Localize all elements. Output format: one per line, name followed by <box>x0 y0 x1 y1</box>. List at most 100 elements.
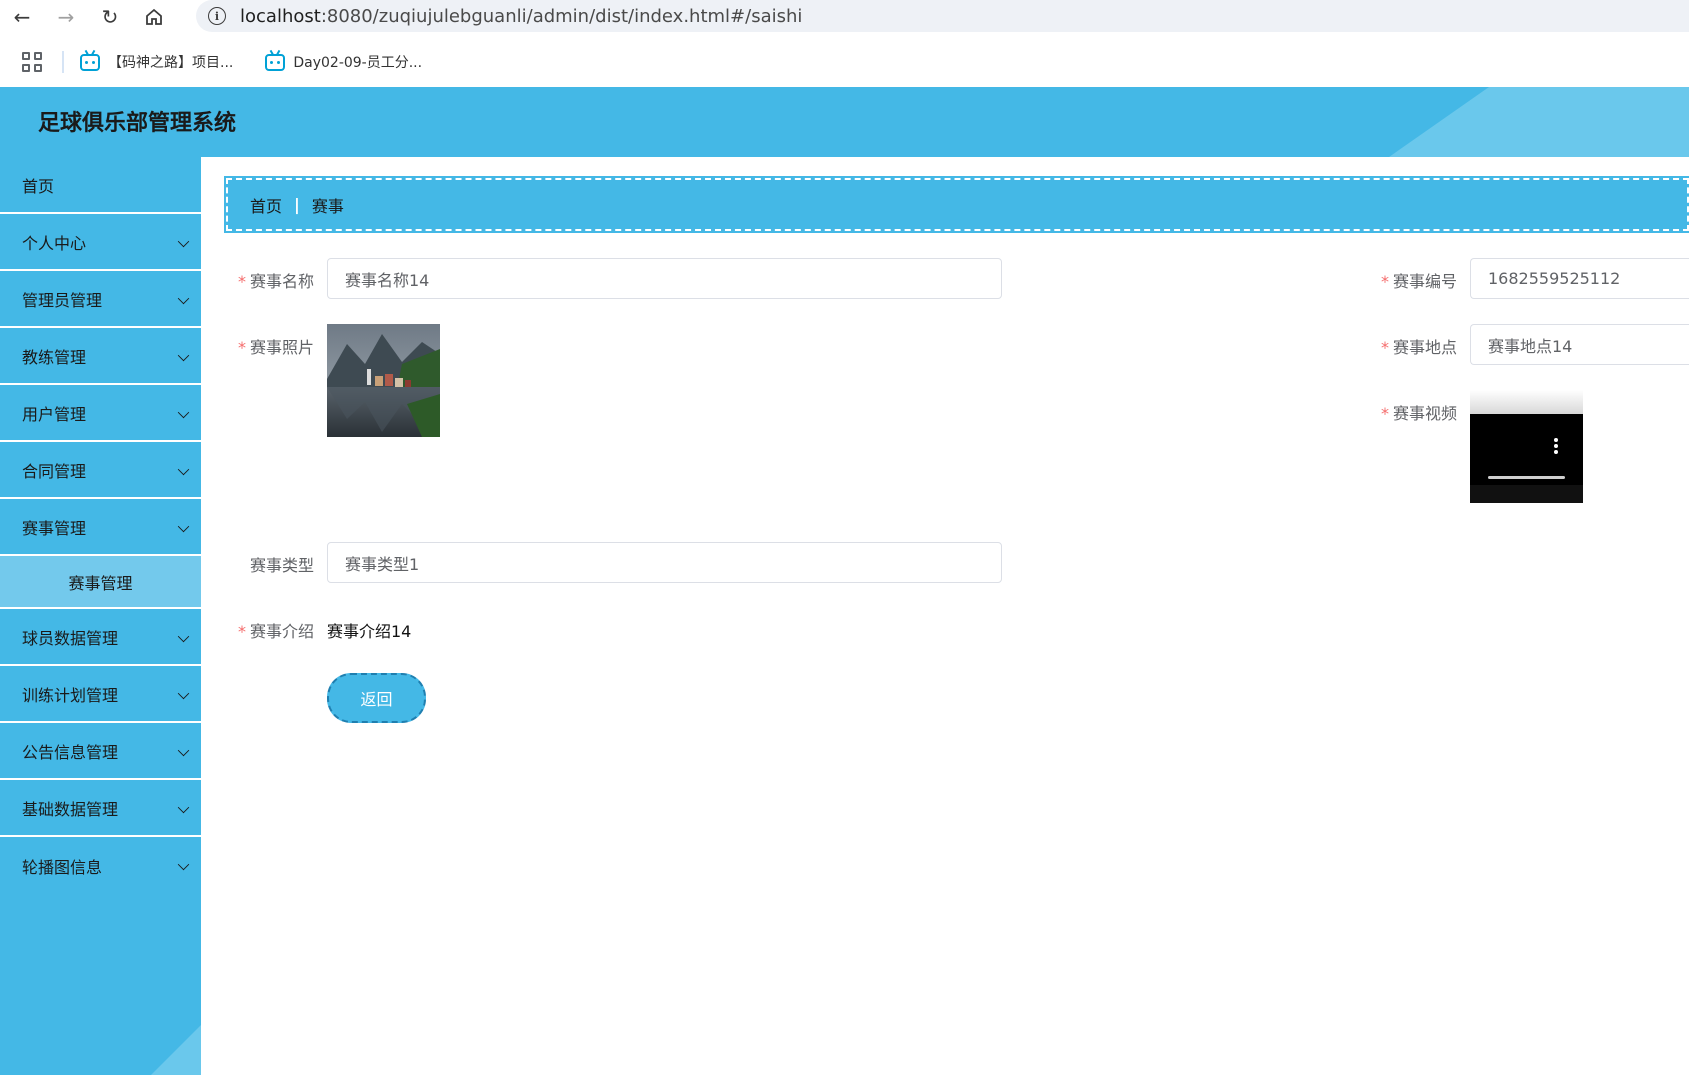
match-video-player[interactable] <box>1470 390 1583 503</box>
sidebar-item-contract-management[interactable]: 合同管理 <box>0 442 201 499</box>
sidebar-item-user-management[interactable]: 用户管理 <box>0 385 201 442</box>
sidebar-item-label: 球员数据管理 <box>22 628 119 648</box>
required-mark: * <box>1380 272 1389 291</box>
required-mark: * <box>237 622 246 641</box>
number-label: * 赛事编号 <box>1367 268 1457 292</box>
url-host: localhost <box>240 5 321 27</box>
sidebar-item-home[interactable]: 首页 <box>0 157 201 214</box>
sidebar-item-label: 公告信息管理 <box>22 742 119 762</box>
forward-arrow-icon[interactable]: → <box>44 0 88 34</box>
breadcrumb-separator: | <box>294 195 300 214</box>
name-label: * 赛事名称 <box>224 268 314 292</box>
back-button[interactable]: 返回 <box>327 673 426 723</box>
chevron-down-icon <box>177 463 190 476</box>
sidebar-item-training-plan[interactable]: 训练计划管理 <box>0 666 201 723</box>
bilibili-icon <box>265 49 286 71</box>
chevron-down-icon <box>177 801 190 814</box>
chevron-down-icon <box>177 744 190 757</box>
match-photo[interactable] <box>327 324 440 437</box>
required-mark: * <box>1380 338 1389 357</box>
sidebar-item-label: 合同管理 <box>22 461 87 481</box>
chevron-down-icon <box>177 292 190 305</box>
video-label-text: 赛事视频 <box>1392 404 1457 423</box>
sidebar-item-label: 教练管理 <box>22 347 87 367</box>
bookmark-2-label: Day02-09-员工分... <box>293 55 423 71</box>
more-options-icon[interactable] <box>1553 438 1559 456</box>
app-title: 足球俱乐部管理系统 <box>38 111 237 136</box>
sidebar-item-match-management[interactable]: 赛事管理 <box>0 499 201 556</box>
location-label: * 赛事地点 <box>1367 334 1457 358</box>
sidebar-item-label: 个人中心 <box>22 233 87 253</box>
number-value: 1682559525112 <box>1488 269 1621 288</box>
intro-label: * 赛事介绍 <box>224 618 314 642</box>
sidebar-item-carousel[interactable]: 轮播图信息 <box>0 837 201 894</box>
sidebar-item-base-data[interactable]: 基础数据管理 <box>0 780 201 837</box>
sidebar-item-label: 赛事管理 <box>22 518 87 538</box>
apps-grid-icon[interactable] <box>22 52 42 72</box>
address-bar[interactable]: i localhost:8080/zuqiujulebguanli/admin/… <box>196 0 1689 32</box>
photo-label: * 赛事照片 <box>224 334 314 358</box>
chevron-down-icon <box>177 630 190 643</box>
sidebar-item-label: 训练计划管理 <box>22 685 119 705</box>
name-value: 赛事名称14 <box>345 270 430 290</box>
required-mark: * <box>237 338 246 357</box>
chevron-down-icon <box>177 349 190 362</box>
page: ← → ↻ i localhost:8080/zuqiujulebguanli/… <box>0 0 1689 1075</box>
site-info-icon[interactable]: i <box>208 7 226 25</box>
bookmark-1[interactable]: 【码神之路】项目... <box>80 49 234 72</box>
sidebar-item-label: 用户管理 <box>22 404 87 424</box>
sidebar-decoration <box>151 1025 201 1075</box>
bookmark-1-label: 【码神之路】项目... <box>108 55 234 71</box>
sidebar-item-label: 首页 <box>22 176 55 196</box>
required-mark: * <box>1380 404 1389 423</box>
sidebar-item-personal-center[interactable]: 个人中心 <box>0 214 201 271</box>
url-path: :8080/zuqiujulebguanli/admin/dist/index.… <box>320 5 803 27</box>
intro-label-text: 赛事介绍 <box>249 622 314 641</box>
submenu-item-label: 赛事管理 <box>68 573 133 593</box>
name-label-text: 赛事名称 <box>249 272 314 291</box>
video-progress-bar[interactable] <box>1488 476 1565 479</box>
type-label: 赛事类型 <box>224 552 314 576</box>
location-field[interactable]: 赛事地点14 <box>1470 324 1689 365</box>
sidebar-item-label: 轮播图信息 <box>22 857 103 877</box>
breadcrumb: 首页 | 赛事 <box>224 176 1689 233</box>
bookmarks-bar: 【码神之路】项目... Day02-09-员工分... <box>0 40 1689 84</box>
intro-value: 赛事介绍14 <box>327 622 412 641</box>
location-label-text: 赛事地点 <box>1392 338 1457 357</box>
bookmark-2[interactable]: Day02-09-员工分... <box>265 49 423 72</box>
back-button-label: 返回 <box>360 690 393 709</box>
sidebar-item-coach-management[interactable]: 教练管理 <box>0 328 201 385</box>
chevron-down-icon <box>177 520 190 533</box>
photo-label-text: 赛事照片 <box>249 338 314 357</box>
browser-toolbar: ← → ↻ i localhost:8080/zuqiujulebguanli/… <box>0 0 1689 34</box>
required-mark: * <box>237 272 246 291</box>
bilibili-icon <box>80 49 100 71</box>
type-label-text: 赛事类型 <box>249 556 314 575</box>
reload-icon[interactable]: ↻ <box>88 0 132 34</box>
back-arrow-icon[interactable]: ← <box>0 0 44 34</box>
name-field[interactable]: 赛事名称14 <box>327 258 1002 299</box>
sidebar-item-admin-management[interactable]: 管理员管理 <box>0 271 201 328</box>
sidebar-item-announcements[interactable]: 公告信息管理 <box>0 723 201 780</box>
url-text[interactable]: localhost:8080/zuqiujulebguanli/admin/di… <box>240 6 802 27</box>
type-field[interactable]: 赛事类型1 <box>327 542 1002 583</box>
header-decoration-slope <box>1389 87 1489 157</box>
chevron-down-icon <box>177 406 190 419</box>
submenu-item-match-management[interactable]: 赛事管理 <box>0 556 201 609</box>
chevron-down-icon <box>177 687 190 700</box>
sidebar-item-player-data[interactable]: 球员数据管理 <box>0 609 201 666</box>
chevron-down-icon <box>177 235 190 248</box>
number-label-text: 赛事编号 <box>1392 272 1457 291</box>
app-header: 足球俱乐部管理系统 <box>0 87 1689 157</box>
chevron-down-icon <box>177 858 190 871</box>
type-value: 赛事类型1 <box>345 554 420 574</box>
breadcrumb-home[interactable]: 首页 <box>250 193 282 217</box>
home-icon[interactable] <box>132 0 176 34</box>
bookmarks-separator <box>62 51 64 73</box>
header-decoration <box>1489 87 1689 157</box>
sidebar-item-label: 基础数据管理 <box>22 799 119 819</box>
number-field[interactable]: 1682559525112 <box>1470 258 1689 299</box>
breadcrumb-current: 赛事 <box>311 196 344 216</box>
location-value: 赛事地点14 <box>1488 336 1573 356</box>
sidebar: 首页 个人中心 管理员管理 教练管理 用户管理 合同管理 赛事管理 赛事管理 球… <box>0 157 201 1075</box>
